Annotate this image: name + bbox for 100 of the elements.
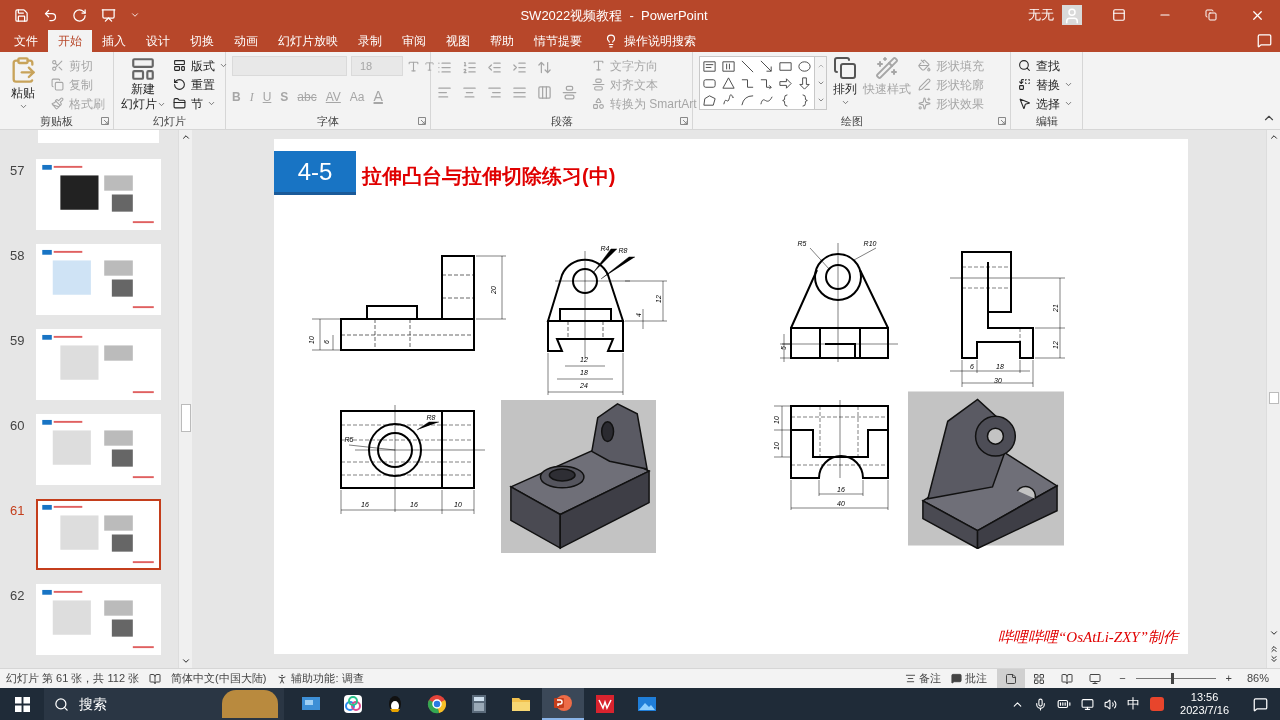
volume-icon[interactable] [1104, 697, 1118, 711]
vertical-scrollbar[interactable] [1266, 130, 1280, 668]
input-method-icon[interactable] [1150, 697, 1165, 711]
battery-icon[interactable] [1057, 697, 1072, 711]
shape-icon[interactable] [702, 93, 717, 108]
notes-button[interactable]: 备注 [905, 670, 942, 687]
slideshow-icon[interactable] [101, 7, 116, 23]
ribbon-tab[interactable]: 帮助 [480, 30, 524, 52]
slide-option[interactable]: 重置 [172, 75, 228, 94]
app-icon[interactable] [343, 694, 363, 714]
view-button[interactable] [997, 669, 1026, 688]
ribbon-tab[interactable]: 开始 [48, 30, 92, 52]
zoom-slider-thumb[interactable] [1170, 673, 1174, 684]
slide-thumbnail[interactable] [36, 329, 161, 400]
app-icon[interactable] [637, 694, 657, 714]
accessibility-button[interactable]: 辅助功能: 调查 [276, 670, 364, 687]
scroll-down-icon[interactable] [1268, 628, 1279, 638]
undo-icon[interactable] [43, 7, 58, 23]
ribbon-tab[interactable]: 幻灯片放映 [268, 30, 348, 52]
ribbon-tab[interactable]: 录制 [348, 30, 392, 52]
network-icon[interactable] [1081, 697, 1095, 711]
comments-icon[interactable] [1257, 33, 1272, 48]
microphone-icon[interactable] [1034, 697, 1048, 711]
ribbon-display-icon[interactable] [1112, 8, 1126, 22]
comments-button[interactable]: 批注 [951, 670, 988, 687]
slide-number: 60 [9, 417, 26, 435]
slide-thumbnail[interactable] [38, 130, 159, 143]
clock[interactable]: 13:56 2023/7/16 [1174, 691, 1235, 717]
next-slide-icon[interactable] [1268, 654, 1279, 664]
app-icon[interactable] [469, 694, 489, 714]
ribbon-tab[interactable]: 切换 [180, 30, 224, 52]
customize-icon[interactable] [130, 10, 140, 20]
tell-me-search[interactable]: 操作说明搜索 [624, 32, 696, 50]
editing-option[interactable]: 替换 [1017, 75, 1073, 94]
ribbon-tab[interactable]: 情节提要 [524, 30, 592, 52]
search-placeholder: 搜索 [79, 694, 108, 714]
shape-icon[interactable] [759, 59, 774, 74]
shape-icon[interactable] [721, 59, 736, 74]
shape-icon[interactable] [740, 59, 755, 74]
ribbon-tab[interactable]: 文件 [4, 30, 48, 52]
app-icon[interactable] [553, 693, 573, 713]
ribbon-tab[interactable]: 视图 [436, 30, 480, 52]
slide-option[interactable]: 节 [172, 94, 228, 113]
restore-icon[interactable] [1205, 9, 1217, 21]
slide-thumbnail[interactable] [36, 414, 161, 485]
scroll-up-icon[interactable] [180, 132, 191, 142]
scrollbar-thumb[interactable] [1268, 392, 1279, 404]
editing-option[interactable]: 查找 [1017, 56, 1073, 75]
dialog-launcher-icon[interactable] [101, 117, 109, 125]
slide-thumbnail[interactable] [36, 499, 161, 570]
dialog-launcher-icon[interactable] [418, 117, 426, 125]
thumbnail-scrollbar[interactable] [178, 130, 192, 668]
previous-slide-icon[interactable] [1268, 644, 1279, 654]
app-icon[interactable] [595, 694, 615, 714]
scroll-down-icon[interactable] [180, 656, 191, 666]
shape-icon[interactable] [721, 76, 736, 91]
scrollbar-thumb[interactable] [180, 404, 191, 432]
ribbon-tab[interactable]: 设计 [136, 30, 180, 52]
windows-logo-icon [14, 696, 30, 712]
window-title: SW2022视频教程 - PowerPoint [520, 8, 708, 23]
notifications-icon[interactable] [1253, 696, 1268, 712]
view-icon [1033, 672, 1046, 685]
shape-icon[interactable] [759, 76, 774, 91]
ribbon-tab[interactable]: 审阅 [392, 30, 436, 52]
caret-icon [219, 61, 228, 70]
paste-button[interactable]: 粘贴 [6, 56, 40, 111]
spelling-icon[interactable] [149, 672, 162, 685]
zoom-in-button[interactable]: + [1225, 670, 1232, 687]
slide-thumbnail[interactable] [36, 159, 161, 230]
shape-icon[interactable] [778, 59, 793, 74]
ribbon-tab[interactable]: 插入 [92, 30, 136, 52]
font-name-field[interactable] [232, 56, 347, 76]
slide-thumbnail[interactable] [36, 244, 161, 315]
arrange-button[interactable]: 排列 [833, 56, 857, 107]
taskbar-search-bar[interactable]: 搜索 [44, 688, 284, 720]
ribbon-tab[interactable]: 动画 [224, 30, 268, 52]
shape-icon[interactable] [702, 76, 717, 91]
shape-icon[interactable] [702, 59, 717, 74]
app-icon[interactable] [427, 694, 447, 714]
language-button[interactable]: 简体中文(中国大陆) [171, 670, 267, 687]
save-icon[interactable] [14, 7, 29, 23]
zoom-level[interactable]: 86% [1242, 670, 1274, 687]
shape-icon[interactable] [797, 76, 812, 91]
slide-thumbnail[interactable] [36, 584, 161, 655]
search-icon [1017, 58, 1032, 73]
shape-icon[interactable] [778, 76, 793, 91]
scroll-down-icon[interactable] [816, 79, 825, 87]
redo-icon[interactable] [72, 7, 87, 23]
new-slide-button[interactable]: 新建 幻灯片 [120, 56, 166, 112]
editing-option[interactable]: 选择 [1017, 94, 1073, 113]
input-method-button[interactable]: 中 [1127, 694, 1141, 714]
scroll-up-icon[interactable] [1268, 132, 1279, 142]
shape-icon[interactable] [740, 93, 755, 108]
dialog-launcher-icon[interactable] [680, 117, 688, 125]
dialog-launcher-icon[interactable] [998, 117, 1006, 125]
shape-icon[interactable] [740, 76, 755, 91]
shape-icon[interactable] [797, 59, 812, 74]
scissors-icon [50, 58, 65, 73]
slide-option[interactable]: 版式 [172, 56, 228, 75]
zoom-out-button[interactable]: − [1119, 670, 1126, 687]
